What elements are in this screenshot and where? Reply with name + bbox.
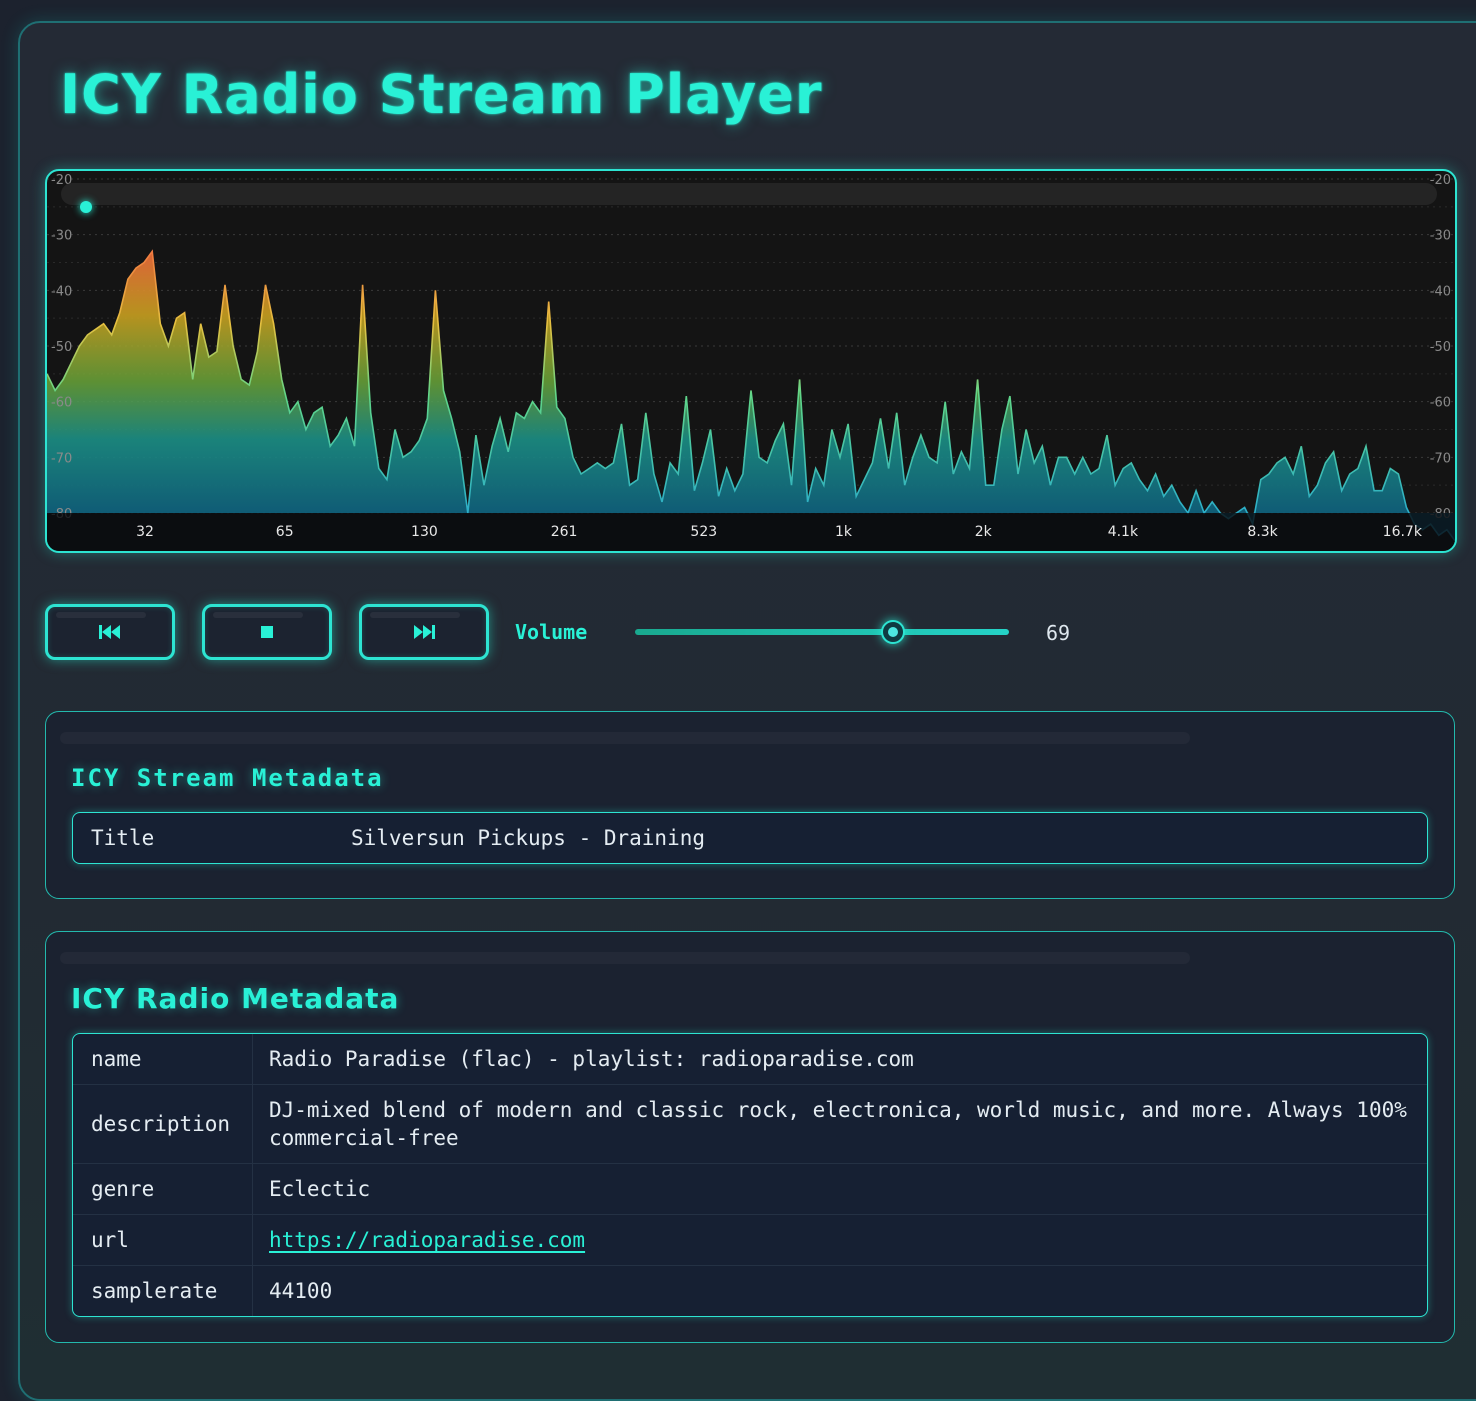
frequency-tick-label: 523: [690, 524, 717, 540]
seek-bar-handle[interactable]: [80, 201, 92, 213]
metadata-key: genre: [73, 1164, 253, 1214]
metadata-key: samplerate: [73, 1266, 253, 1316]
volume-value: 69: [1046, 621, 1071, 645]
radio-metadata-heading: ICY Radio Metadata: [71, 982, 400, 1015]
frequency-tick-label: 130: [411, 524, 438, 540]
metadata-key: name: [73, 1034, 253, 1084]
app-title: ICY Radio Stream Player: [60, 63, 823, 126]
metadata-value: Eclectic: [269, 1177, 371, 1201]
station-url-link[interactable]: https://radioparadise.com: [269, 1228, 585, 1252]
db-tick-label: -50: [1430, 340, 1451, 355]
volume-label: Volume: [515, 620, 588, 644]
metadata-key: description: [73, 1085, 253, 1163]
frequency-axis-bar: [47, 513, 1455, 551]
db-tick-label: -60: [51, 396, 72, 411]
skip-forward-icon: [412, 623, 436, 641]
stream-metadata-panel: ICY Stream Metadata Title Silversun Pick…: [45, 711, 1455, 899]
table-row: samplerate 44100: [73, 1265, 1427, 1316]
metadata-key: Title: [91, 826, 155, 850]
metadata-value: DJ-mixed blend of modern and classic roc…: [269, 1098, 1407, 1150]
db-tick-label: -50: [51, 340, 72, 355]
frequency-tick-label: 1k: [835, 524, 853, 540]
metadata-value: https://radioparadise.com: [253, 1215, 1427, 1265]
volume-slider-thumb[interactable]: [881, 620, 906, 644]
player-window: ICY Radio Stream Player -20 -20 -30 -30 …: [18, 21, 1476, 1401]
spectrum-chart: -20-20-30-30-40-40-50-50-60-60-70-70-80-…: [47, 173, 1455, 551]
table-row: Title Silversun Pickups - Draining: [73, 813, 1427, 863]
table-row: url https://radioparadise.com: [73, 1214, 1427, 1265]
metadata-value: 44100: [269, 1279, 333, 1303]
stop-button[interactable]: [202, 604, 332, 660]
metadata-value: Silversun Pickups - Draining: [351, 826, 706, 850]
frequency-tick-label: 2k: [975, 524, 993, 540]
db-tick-label: -30: [1430, 229, 1451, 244]
frequency-tick-label: 16.7k: [1383, 524, 1423, 540]
db-tick-label: -40: [51, 284, 72, 299]
table-row: genre Eclectic: [73, 1163, 1427, 1214]
db-tick-label: -70: [51, 451, 72, 466]
skip-back-icon: [98, 623, 122, 641]
radio-metadata-panel: ICY Radio Metadata name Radio Paradise (…: [45, 931, 1455, 1343]
table-row: name Radio Paradise (flac) - playlist: r…: [73, 1034, 1427, 1084]
seek-bar-track[interactable]: [61, 183, 1437, 205]
table-row: description DJ-mixed blend of modern and…: [73, 1084, 1427, 1163]
volume-slider-track[interactable]: [635, 629, 1009, 635]
db-tick-label: -30: [51, 229, 72, 244]
db-tick-label: -70: [1430, 451, 1451, 466]
frequency-tick-label: 261: [551, 524, 578, 540]
radio-metadata-table: name Radio Paradise (flac) - playlist: r…: [72, 1033, 1428, 1317]
stream-metadata-heading: ICY Stream Metadata: [71, 764, 384, 792]
previous-button[interactable]: [45, 604, 175, 660]
next-button[interactable]: [359, 604, 489, 660]
db-tick-label: -60: [1430, 396, 1451, 411]
frequency-tick-label: 65: [276, 524, 294, 540]
metadata-key: url: [73, 1215, 253, 1265]
frequency-tick-label: 32: [136, 524, 154, 540]
frequency-tick-label: 4.1k: [1108, 524, 1139, 540]
stop-icon: [259, 624, 275, 640]
spectrum-visualizer: -20-20-30-30-40-40-50-50-60-60-70-70-80-…: [45, 169, 1457, 553]
db-tick-label: -40: [1430, 284, 1451, 299]
frequency-tick-label: 8.3k: [1247, 524, 1278, 540]
metadata-value: Radio Paradise (flac) - playlist: radiop…: [269, 1047, 914, 1071]
stream-metadata-table: Title Silversun Pickups - Draining: [72, 812, 1428, 864]
